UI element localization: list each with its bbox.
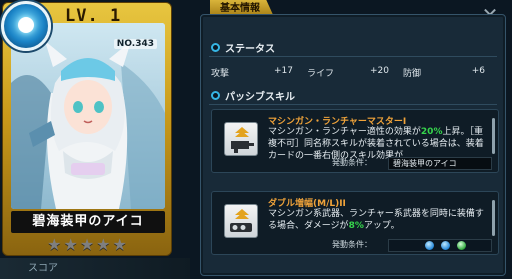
score-label: スコア [0,258,190,279]
stat-life: ライフ +20 [307,66,403,79]
card-level: LV. 1 [65,6,122,26]
stat-value: +6 [471,65,485,76]
stat-attack: 攻撃 +17 [211,66,307,79]
desc-text: アップ。 [363,221,400,231]
rarity-medal-icon [1,1,51,51]
character-portrait [11,23,165,209]
card-name: 碧海装甲のアイコ [11,211,165,233]
stat-label: 防御 [403,68,422,79]
condition-value: 碧海装甲のアイコ [388,157,492,170]
desc-highlight: 20% [420,127,443,137]
scrollbar[interactable] [492,200,495,236]
status-row: 攻撃 +17 ライフ +20 防御 +6 [211,63,501,81]
rarity-stars: ★★★★★ [47,235,129,254]
blue-orb-icon [440,240,451,251]
gear-icon [211,42,220,52]
green-orb-icon [456,240,467,251]
stat-value: +17 [274,65,293,76]
status-heading: ステータス [211,39,275,55]
status-heading-label: ステータス [225,43,275,55]
skill-card[interactable]: マシンガン・ランチャーマスターI マシンガン・ランチャー適性の効果が20%上昇。… [211,109,499,173]
stat-value: +20 [370,65,389,76]
detail-panel: ステータス 攻撃 +17 ライフ +20 防御 +6 パッシブスキル マシンガン… [200,14,506,276]
character-illustration [11,23,165,209]
divider [209,104,497,105]
card-number: NO.343 [113,39,157,49]
stat-label: ライフ [307,68,335,79]
skill-card[interactable]: ダブル増幅(M/L)II マシンガン系武器、ランチャー系武器を同時に装備する場合… [211,191,499,255]
stat-defense: 防御 +6 [403,66,499,79]
passive-heading: パッシブスキル [211,87,295,103]
double-amplify-skill-icon [224,204,258,238]
condition-label: 発動条件： [332,158,372,167]
divider [209,56,497,57]
machinegun-skill-icon [224,122,258,156]
blue-orb-icon [424,240,435,251]
character-card: LV. 1 NO.343 碧海装甲のアイコ ★★★★★ [1,1,172,256]
desc-highlight: 8% [348,221,364,231]
stat-label: 攻撃 [211,68,230,79]
condition-label: 発動条件： [332,240,372,249]
desc-text: マシンガン・ランチャー適性の効果が [268,127,421,137]
passive-heading-label: パッシブスキル [225,91,295,103]
gear-icon [211,90,220,100]
scrollbar[interactable] [492,118,495,154]
